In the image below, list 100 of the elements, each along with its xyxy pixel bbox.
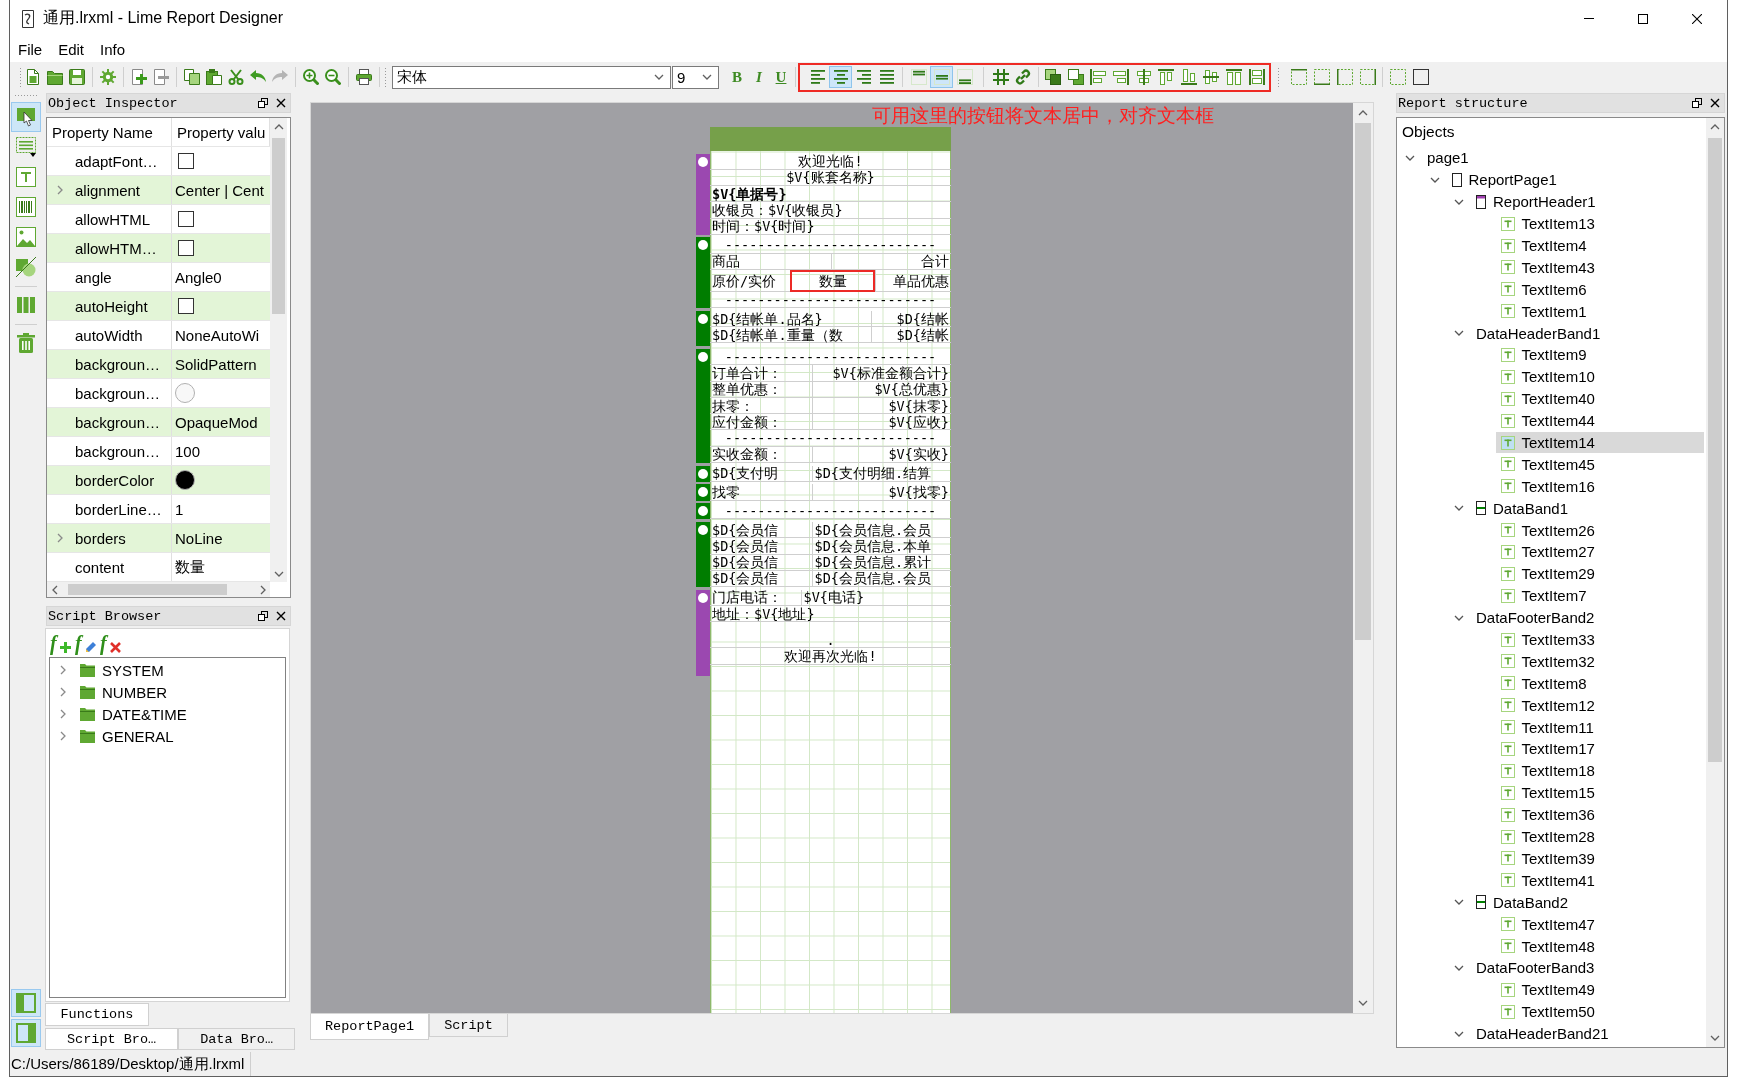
text-item[interactable]: 地址：$V{地址} (710, 605, 951, 622)
checkbox[interactable] (178, 211, 194, 227)
grid-icon[interactable] (993, 69, 1009, 85)
text-item[interactable]: 收银员：$V{收银员} (710, 202, 951, 218)
text-item[interactable]: $D{会员信 (710, 538, 812, 554)
chevron-right-icon[interactable] (57, 185, 63, 195)
chevron-up-icon[interactable] (273, 123, 284, 130)
text-item[interactable]: 单品优惠 (875, 270, 951, 292)
scrollbar-thumb[interactable] (1355, 123, 1371, 640)
tab[interactable]: Functions (45, 1003, 149, 1026)
tree-item[interactable]: TextItem14 (1495, 431, 1704, 454)
chevron-down-icon[interactable] (1429, 176, 1440, 183)
tree-item[interactable]: TextItem27 (1495, 541, 1704, 563)
chevron-up-icon[interactable] (1358, 110, 1368, 116)
tree-item[interactable]: TextItem7 (1495, 584, 1704, 607)
text-item[interactable]: 数量 (790, 270, 875, 293)
chevron-down-icon[interactable] (1405, 154, 1415, 161)
link-icon[interactable] (1015, 69, 1031, 85)
tree-item[interactable]: DataBand2 (1471, 891, 1704, 914)
color-swatch-icon[interactable] (175, 383, 195, 403)
text-item[interactable]: $V{总优惠} (811, 381, 951, 397)
band-marker[interactable] (696, 310, 710, 347)
tree-item[interactable]: TextItem41 (1495, 869, 1704, 892)
text-item[interactable]: $D{会员信息.会员 (811, 521, 951, 538)
scissors-icon[interactable] (228, 69, 244, 85)
gear-icon[interactable] (100, 69, 116, 85)
text-item[interactable]: . (710, 632, 951, 648)
tree-item[interactable]: TextItem4 (1495, 234, 1704, 257)
tree-item[interactable]: TextItem28 (1495, 825, 1704, 848)
text-item[interactable]: $V{单据号} (710, 186, 951, 202)
left-border-icon[interactable] (1336, 69, 1353, 85)
tree-item[interactable]: TextItem40 (1495, 387, 1704, 410)
column-header[interactable]: Property Name (47, 118, 172, 146)
band-marker[interactable] (696, 503, 710, 520)
chevron-down-icon[interactable] (1454, 330, 1464, 337)
text-item[interactable]: 原价/实价 (710, 270, 789, 292)
band-marker[interactable] (696, 484, 710, 501)
close-icon[interactable] (1710, 98, 1720, 108)
text-item[interactable]: -------------------------- (710, 430, 951, 446)
band-marker[interactable] (696, 348, 710, 464)
bold-button[interactable]: B (726, 66, 748, 88)
tree-item[interactable]: TextItem39 (1495, 847, 1704, 870)
same-height-icon[interactable] (1226, 69, 1243, 85)
tree-item[interactable]: TextItem36 (1495, 803, 1704, 826)
tree-item[interactable]: TextItem15 (1495, 781, 1704, 804)
chevron-down-icon[interactable] (273, 570, 284, 577)
text-item[interactable]: $D{会员信息.本单 (811, 538, 951, 554)
text-item[interactable]: 商品 (710, 253, 831, 270)
text-item[interactable]: 应付金额： (710, 414, 812, 430)
tree-item[interactable]: DataFooterBand2 (1471, 606, 1704, 629)
text-item[interactable]: $D{支付明 (710, 465, 812, 481)
text-item[interactable]: -------------------------- (710, 503, 951, 519)
text-item[interactable]: $D{支付明细.结算 (811, 465, 951, 481)
delete-function-button[interactable]: f (97, 631, 122, 655)
tab[interactable]: Script (429, 1014, 508, 1037)
send-to-back-icon[interactable] (1067, 69, 1084, 85)
bottom-border-icon[interactable] (1313, 69, 1330, 85)
tree-item[interactable]: TextItem44 (1495, 409, 1704, 432)
scrollbar[interactable] (1706, 118, 1724, 1047)
italic-button[interactable]: I (748, 66, 770, 88)
checkbox[interactable] (178, 298, 194, 314)
all-borders-icon[interactable] (1412, 69, 1429, 85)
text-item[interactable]: $D{会员信息.累计 (811, 554, 951, 570)
chevron-down-icon[interactable] (1358, 1000, 1368, 1006)
no-border-icon[interactable] (1389, 69, 1406, 85)
tree-item[interactable]: TextItem33 (1495, 628, 1704, 651)
text-item[interactable]: $D{结帐 (871, 310, 951, 327)
text-item[interactable]: $V{账套名称} (710, 169, 951, 186)
zoom-out-icon[interactable] (325, 69, 341, 85)
text-item[interactable]: $V{应收} (811, 414, 951, 430)
same-width-icon[interactable] (1248, 69, 1265, 85)
text-item[interactable]: 时间：$V{时间} (710, 218, 951, 234)
text-item[interactable]: $D{结帐 (871, 327, 951, 343)
band-marker[interactable] (696, 589, 710, 676)
chevron-right-icon[interactable] (60, 709, 66, 719)
tree-item[interactable]: GENERAL (80, 727, 174, 745)
tree-item[interactable]: DataFooterBand3 (1471, 956, 1704, 979)
dock-toggle-button[interactable] (11, 989, 41, 1017)
color-swatch-icon[interactable] (175, 470, 195, 490)
chevron-down-icon[interactable] (1710, 1035, 1720, 1041)
text-item[interactable]: 门店电话： (710, 589, 801, 605)
text-item[interactable]: 抹零： (710, 397, 812, 414)
add-page-icon[interactable] (131, 69, 147, 85)
align-top-edges-icon[interactable] (1158, 69, 1175, 85)
menu-item[interactable]: Info (92, 41, 134, 58)
tree-item[interactable]: TextItem10 (1495, 365, 1704, 388)
tree-item[interactable]: page1 (1422, 147, 1704, 169)
align-middles-icon[interactable] (1203, 69, 1220, 85)
text-item[interactable]: -------------------------- (710, 237, 951, 253)
tree-item[interactable]: TextItem18 (1495, 759, 1704, 782)
font-select[interactable]: 宋体 (392, 65, 671, 89)
tree-item[interactable]: TextItem16 (1495, 475, 1704, 498)
text-item[interactable]: 欢迎光临! (710, 153, 951, 169)
chevron-down-icon[interactable] (1454, 1030, 1464, 1037)
chevron-up-icon[interactable] (1710, 124, 1720, 130)
font-size-select[interactable]: 9 (672, 65, 719, 89)
tab[interactable]: Script Bro… (45, 1028, 179, 1050)
menu-item[interactable]: File (10, 41, 51, 58)
restore-icon[interactable] (258, 611, 268, 621)
text-item[interactable]: -------------------------- (710, 348, 951, 365)
